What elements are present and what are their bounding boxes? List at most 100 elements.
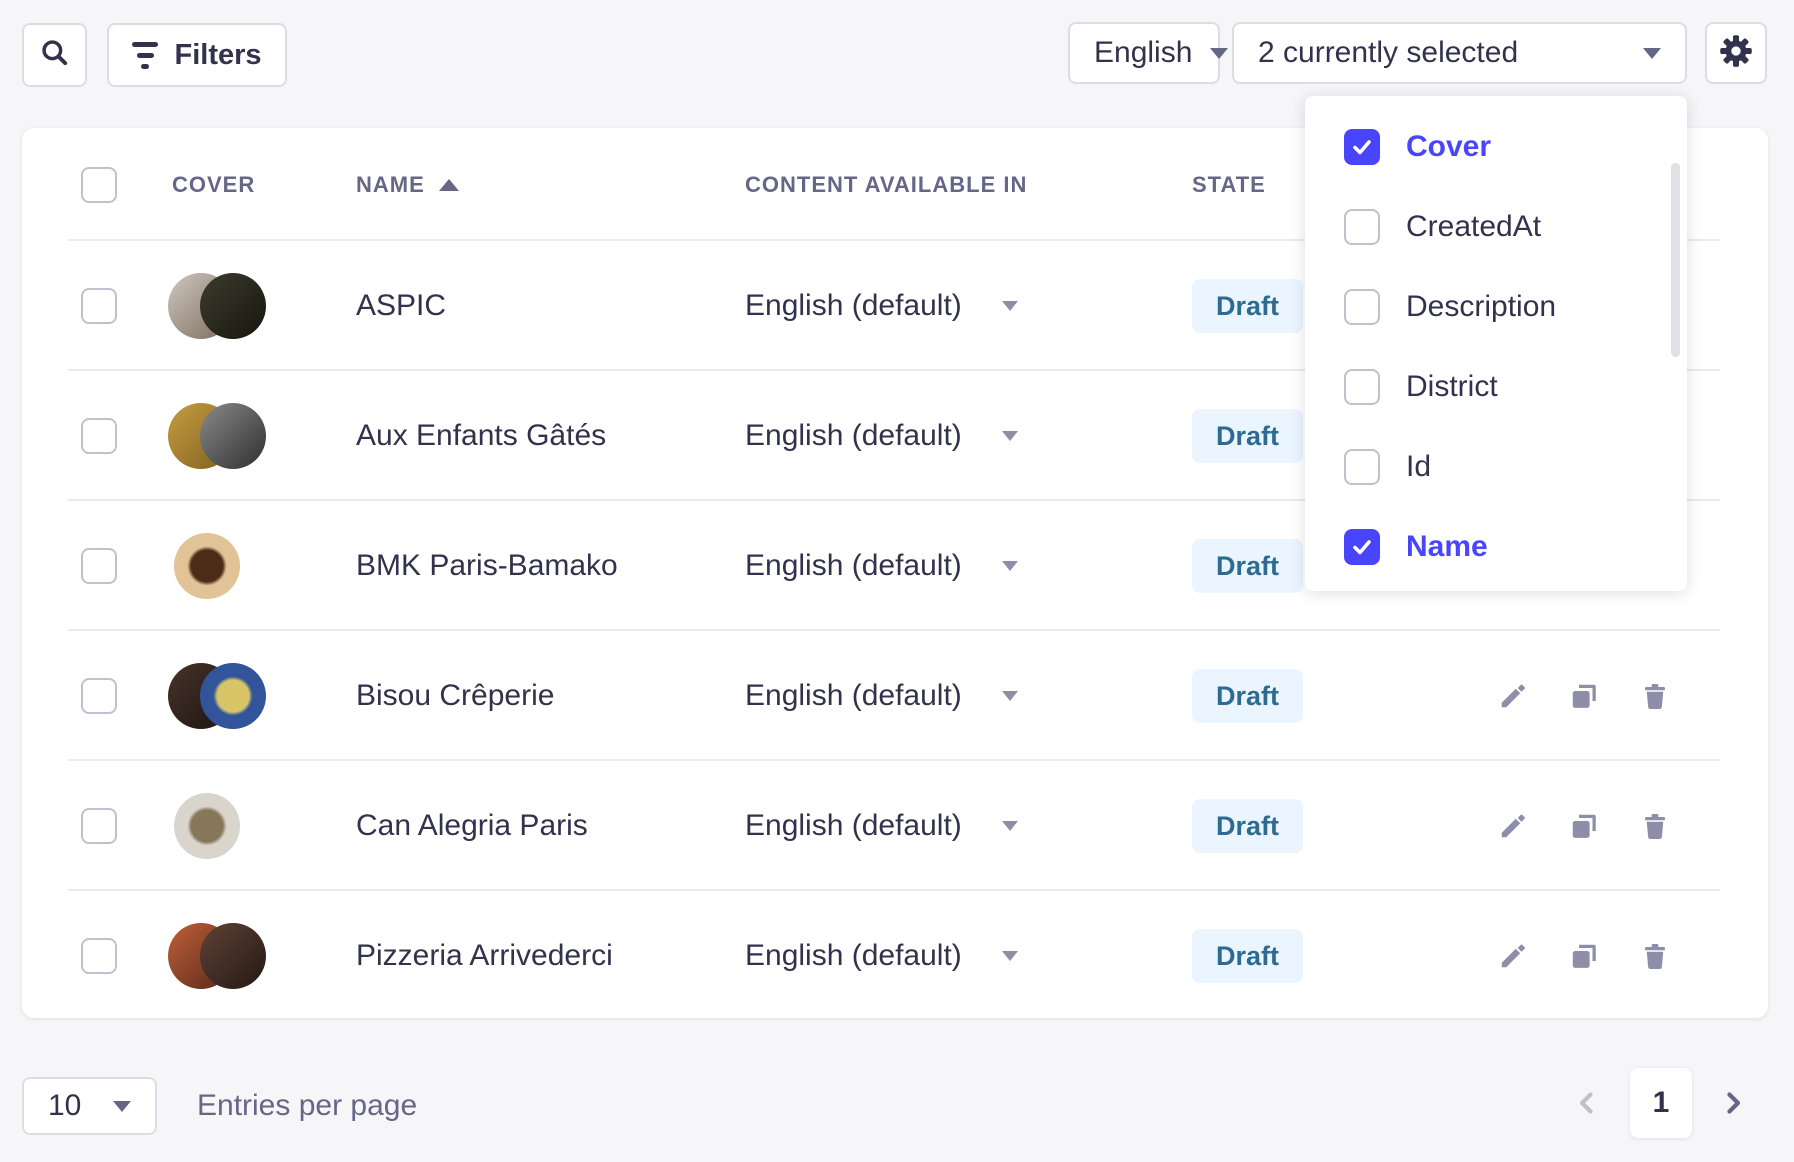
locale-cell-select[interactable]: English (default) xyxy=(745,549,1018,583)
column-visibility-item-label: Cover xyxy=(1406,130,1491,164)
duplicate-button[interactable] xyxy=(1569,811,1599,841)
column-visibility-item-label: Id xyxy=(1406,450,1431,484)
unchecked-checkbox[interactable] xyxy=(1344,369,1380,405)
duplicate-button[interactable] xyxy=(1569,681,1599,711)
column-visibility-item[interactable]: District xyxy=(1305,347,1687,427)
gear-icon xyxy=(1718,33,1754,74)
duplicate-icon xyxy=(1569,681,1599,711)
cover-cell xyxy=(168,663,288,729)
entry-name: ASPIC xyxy=(356,289,446,323)
cover-avatar xyxy=(174,793,240,859)
select-all-checkbox[interactable] xyxy=(81,167,117,203)
cover-avatar xyxy=(200,923,266,989)
search-icon xyxy=(39,37,71,74)
page-size-select[interactable]: 10 xyxy=(22,1077,157,1135)
column-visibility-item-label: CreatedAt xyxy=(1406,210,1541,244)
delete-button[interactable] xyxy=(1640,681,1670,711)
duplicate-button[interactable] xyxy=(1569,941,1599,971)
state-badge: Draft xyxy=(1192,279,1303,333)
column-visibility-item[interactable]: CreatedAt xyxy=(1305,187,1687,267)
entry-name: Bisou Crêperie xyxy=(356,679,554,713)
locale-select-value: English xyxy=(1094,36,1192,70)
cover-avatar xyxy=(200,663,266,729)
checked-checkbox-icon[interactable] xyxy=(1344,529,1380,565)
locale-cell-select[interactable]: English (default) xyxy=(745,939,1018,973)
entry-name: Pizzeria Arrivederci xyxy=(356,939,613,973)
duplicate-icon xyxy=(1569,941,1599,971)
columns-select[interactable]: 2 currently selected xyxy=(1232,22,1687,84)
chevron-down-icon xyxy=(113,1101,131,1112)
column-visibility-item[interactable]: Id xyxy=(1305,427,1687,507)
locale-cell-value: English (default) xyxy=(745,679,962,713)
duplicate-icon xyxy=(1569,811,1599,841)
locale-cell-value: English (default) xyxy=(745,419,962,453)
edit-icon xyxy=(1498,941,1528,971)
unchecked-checkbox[interactable] xyxy=(1344,289,1380,325)
delete-icon xyxy=(1640,941,1670,971)
column-visibility-item-label: District xyxy=(1406,370,1498,404)
search-button[interactable] xyxy=(22,23,87,87)
table-row: Bisou Crêperie English (default) Draft xyxy=(22,631,1768,761)
chevron-down-icon xyxy=(1002,821,1018,831)
locale-cell-select[interactable]: English (default) xyxy=(745,419,1018,453)
cover-cell xyxy=(168,533,288,599)
column-visibility-item[interactable]: Name xyxy=(1305,507,1687,587)
locale-cell-select[interactable]: English (default) xyxy=(745,289,1018,323)
page-number: 1 xyxy=(1653,1086,1670,1120)
columns-select-value: 2 currently selected xyxy=(1258,36,1518,70)
table-row: Can Alegria Paris English (default) Draf… xyxy=(22,761,1768,891)
state-badge: Draft xyxy=(1192,799,1303,853)
locale-cell-value: English (default) xyxy=(745,939,962,973)
locale-cell-select[interactable]: English (default) xyxy=(745,809,1018,843)
entries-per-page-label: Entries per page xyxy=(197,1089,417,1123)
cover-cell xyxy=(168,403,288,469)
cover-avatar xyxy=(174,533,240,599)
entry-name: Aux Enfants Gâtés xyxy=(356,419,606,453)
locale-cell-select[interactable]: English (default) xyxy=(745,679,1018,713)
entry-name: Can Alegria Paris xyxy=(356,809,588,843)
edit-icon xyxy=(1498,811,1528,841)
cover-cell xyxy=(168,923,288,989)
locale-cell-value: English (default) xyxy=(745,549,962,583)
column-header-name[interactable]: NAME xyxy=(356,172,459,198)
dropdown-scrollbar[interactable] xyxy=(1671,163,1680,357)
locale-cell-value: English (default) xyxy=(745,289,962,323)
row-checkbox[interactable] xyxy=(81,678,117,714)
next-page-button[interactable] xyxy=(1716,1086,1750,1125)
unchecked-checkbox[interactable] xyxy=(1344,449,1380,485)
checked-checkbox-icon[interactable] xyxy=(1344,129,1380,165)
delete-button[interactable] xyxy=(1640,941,1670,971)
cover-avatar xyxy=(200,403,266,469)
column-visibility-items: Cover CreatedAt Description District Id … xyxy=(1305,107,1687,587)
page-size-value: 10 xyxy=(48,1089,81,1123)
delete-icon xyxy=(1640,811,1670,841)
previous-page-button[interactable] xyxy=(1570,1086,1604,1125)
column-header-content-available-in: CONTENT AVAILABLE IN xyxy=(745,172,1027,198)
delete-button[interactable] xyxy=(1640,811,1670,841)
row-checkbox[interactable] xyxy=(81,808,117,844)
chevron-right-icon xyxy=(1716,1086,1750,1120)
row-checkbox[interactable] xyxy=(81,548,117,584)
row-checkbox[interactable] xyxy=(81,938,117,974)
column-header-cover: COVER xyxy=(172,172,255,198)
filters-button[interactable]: Filters xyxy=(107,23,287,87)
state-badge: Draft xyxy=(1192,539,1303,593)
page-number-button[interactable]: 1 xyxy=(1630,1068,1692,1138)
settings-button[interactable] xyxy=(1705,22,1767,84)
edit-icon xyxy=(1498,681,1528,711)
column-visibility-item[interactable]: Description xyxy=(1305,267,1687,347)
sort-ascending-icon xyxy=(439,179,459,191)
locale-select[interactable]: English xyxy=(1068,22,1220,84)
table-row: Pizzeria Arrivederci English (default) D… xyxy=(22,891,1768,1018)
row-checkbox[interactable] xyxy=(81,288,117,324)
row-checkbox[interactable] xyxy=(81,418,117,454)
filters-button-label: Filters xyxy=(174,39,261,72)
edit-button[interactable] xyxy=(1498,941,1528,971)
column-header-state: STATE xyxy=(1192,172,1266,198)
edit-button[interactable] xyxy=(1498,681,1528,711)
column-visibility-item-label: Description xyxy=(1406,290,1556,324)
edit-button[interactable] xyxy=(1498,811,1528,841)
chevron-down-icon xyxy=(1002,951,1018,961)
unchecked-checkbox[interactable] xyxy=(1344,209,1380,245)
column-visibility-item[interactable]: Cover xyxy=(1305,107,1687,187)
